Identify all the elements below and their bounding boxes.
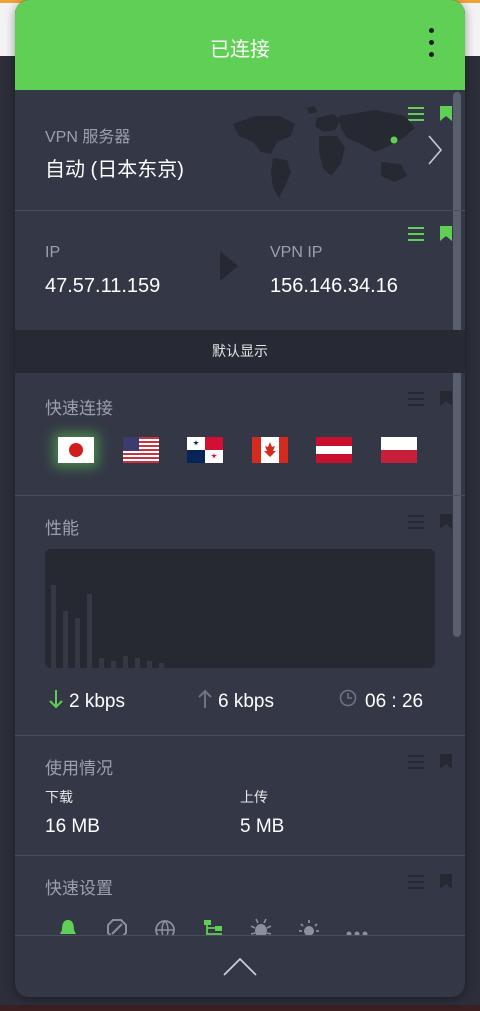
download-arrow-icon	[49, 690, 63, 709]
ip-label: IP	[45, 244, 61, 261]
card-bookmark-icon[interactable]	[440, 874, 452, 889]
chevron-up-icon[interactable]	[222, 955, 258, 977]
upload-speed: 6 kbps	[218, 691, 274, 712]
performance-bar	[111, 661, 116, 668]
card-bookmark-icon[interactable]	[440, 754, 452, 769]
flag-poland-icon[interactable]	[381, 437, 417, 463]
vpn-widget-panel: 已连接 VPN 服务器 自动 (日本东京) IP 47.57.11.159 VP…	[15, 0, 465, 997]
ip-card: IP 47.57.11.159 VPN IP 156.146.34.16	[15, 211, 465, 331]
card-list-icon[interactable]	[408, 515, 424, 529]
card-bookmark-icon[interactable]	[440, 226, 452, 241]
clock-icon	[339, 689, 357, 707]
flag-canada-icon[interactable]	[252, 437, 288, 463]
connection-status-title: 已连接	[210, 39, 270, 61]
flag-usa-icon[interactable]	[123, 437, 159, 463]
flag-panama-icon[interactable]	[187, 437, 223, 463]
upload-usage: 5 MB	[240, 816, 285, 837]
performance-bar	[99, 658, 104, 668]
download-label: 下载	[45, 789, 73, 805]
performance-bar	[159, 663, 164, 668]
upload-arrow-icon	[198, 689, 212, 708]
performance-title: 性能	[45, 519, 79, 538]
server-card[interactable]: VPN 服务器 自动 (日本东京)	[15, 90, 465, 211]
performance-bar	[123, 656, 128, 668]
connection-time: 06 : 26	[365, 691, 424, 712]
default-display-button[interactable]: 默认显示	[15, 330, 465, 373]
quick-connect-card: 快速连接	[15, 373, 465, 496]
performance-bar	[147, 661, 152, 668]
chevron-right-icon[interactable]	[427, 134, 443, 166]
server-label: VPN 服务器	[45, 129, 131, 146]
card-bookmark-icon[interactable]	[440, 514, 452, 529]
upload-label: 上传	[240, 789, 268, 805]
card-list-icon[interactable]	[408, 875, 424, 889]
card-list-icon[interactable]	[408, 227, 424, 241]
download-speed: 2 kbps	[69, 691, 125, 712]
performance-bar	[51, 585, 56, 668]
vpn-ip-value: 156.146.34.16	[270, 275, 398, 297]
flag-austria-icon[interactable]	[316, 437, 352, 463]
vpn-ip-label: VPN IP	[270, 244, 323, 261]
more-menu-icon[interactable]	[423, 28, 439, 62]
usage-card: 使用情况 下载 16 MB 上传 5 MB	[15, 736, 465, 856]
performance-bar	[135, 658, 140, 668]
status-header: 已连接	[15, 0, 465, 90]
background-bottom-strip	[0, 1005, 480, 1011]
quick-settings-card: 快速设置	[15, 856, 465, 936]
performance-bar	[75, 618, 80, 668]
performance-bar	[63, 611, 68, 668]
flag-japan-icon[interactable]	[58, 437, 94, 463]
ip-value: 47.57.11.159	[45, 275, 161, 297]
performance-bar	[87, 594, 92, 668]
card-list-icon[interactable]	[408, 755, 424, 769]
card-bookmark-icon[interactable]	[440, 391, 452, 406]
card-bookmark-icon[interactable]	[440, 106, 452, 121]
arrow-right-icon	[220, 251, 238, 281]
server-value: 自动 (日本东京)	[45, 159, 184, 181]
quick-connect-title: 快速连接	[45, 399, 113, 418]
world-map-icon	[233, 106, 415, 198]
download-usage: 16 MB	[45, 816, 100, 837]
usage-title: 使用情况	[45, 759, 113, 778]
card-list-icon[interactable]	[408, 392, 424, 406]
quick-settings-title: 快速设置	[45, 879, 113, 898]
performance-graph	[45, 549, 435, 668]
